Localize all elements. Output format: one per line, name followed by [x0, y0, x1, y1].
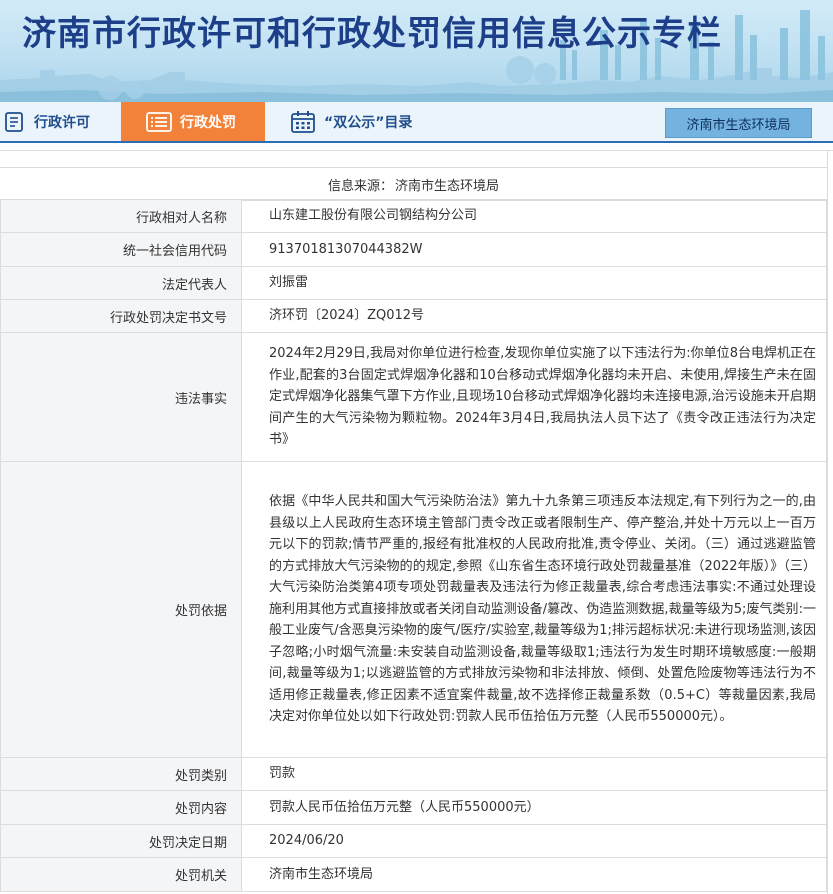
divider — [0, 150, 833, 151]
penalty-detail-table: 行政相对人名称 山东建工股份有限公司钢结构分公司 统一社会信用代码 913701… — [0, 199, 827, 892]
row-label: 处罚机关 — [0, 857, 242, 892]
row-value: 济环罚〔2024〕ZQ012号 — [241, 299, 827, 333]
table-row: 违法事实 2024年2月29日,我局对你单位进行检查,发现你单位实施了以下违法行… — [0, 332, 827, 462]
table-row: 处罚决定日期 2024/06/20 — [0, 824, 827, 858]
row-value: 济南市生态环境局 — [241, 857, 827, 892]
row-value: 刘振雷 — [241, 266, 827, 300]
document-list-icon — [5, 111, 23, 132]
row-label: 违法事实 — [0, 332, 242, 462]
tab-label: 行政许可 — [34, 114, 90, 131]
row-value: 91370181307044382W — [241, 232, 827, 267]
page-title: 济南市行政许可和行政处罚信用信息公示专栏 — [22, 14, 722, 54]
row-label: 统一社会信用代码 — [0, 232, 242, 267]
row-label: 处罚决定日期 — [0, 824, 242, 858]
table-row: 统一社会信用代码 91370181307044382W — [0, 232, 827, 267]
table-row: 处罚类别 罚款 — [0, 757, 827, 791]
tab-double-disclosure-catalog[interactable]: “双公示”目录 — [290, 102, 460, 141]
tab-administrative-license[interactable]: 行政许可 — [0, 102, 120, 141]
info-source-value: 济南市生态环境局 — [395, 178, 500, 194]
row-value: 依据《中华人民共和国大气污染防治法》第九十九条第三项违反本法规定,有下列行为之一… — [241, 461, 827, 758]
tab-label: 行政处罚 — [180, 114, 236, 131]
table-row: 行政相对人名称 山东建工股份有限公司钢结构分公司 — [0, 199, 827, 233]
table-row: 行政处罚决定书文号 济环罚〔2024〕ZQ012号 — [0, 299, 827, 333]
info-source: 信息来源： 济南市生态环境局 — [0, 167, 827, 201]
row-value: 2024年2月29日,我局对你单位进行检查,发现你单位实施了以下违法行为:你单位… — [241, 332, 827, 462]
calendar-icon — [291, 110, 315, 133]
row-value: 山东建工股份有限公司钢结构分公司 — [241, 199, 827, 233]
row-value: 罚款 — [241, 757, 827, 791]
table-row: 处罚依据 依据《中华人民共和国大气污染防治法》第九十九条第三项违反本法规定,有下… — [0, 461, 827, 758]
main-nav: 行政许可 行政处罚 “双公示”目录 济南市生态环境局 — [0, 102, 833, 143]
tab-label: “双公示”目录 — [324, 114, 413, 131]
divider — [827, 150, 828, 894]
row-label: 行政处罚决定书文号 — [0, 299, 242, 333]
table-row: 处罚机关 济南市生态环境局 — [0, 857, 827, 892]
row-value: 2024/06/20 — [241, 824, 827, 858]
table-row: 处罚内容 罚款人民币伍拾伍万元整（人民币550000元） — [0, 790, 827, 825]
row-label: 处罚依据 — [0, 461, 242, 758]
list-icon — [146, 111, 172, 132]
row-label: 处罚类别 — [0, 757, 242, 791]
department-button[interactable]: 济南市生态环境局 — [665, 108, 812, 138]
row-label: 行政相对人名称 — [0, 199, 242, 233]
row-label: 处罚内容 — [0, 790, 242, 825]
tab-administrative-penalty[interactable]: 行政处罚 — [121, 102, 265, 141]
row-value: 罚款人民币伍拾伍万元整（人民币550000元） — [241, 790, 827, 825]
info-source-label: 信息来源： — [327, 178, 393, 194]
table-row: 法定代表人 刘振雷 — [0, 266, 827, 300]
header-banner: 济南市行政许可和行政处罚信用信息公示专栏 — [0, 0, 833, 102]
row-label: 法定代表人 — [0, 266, 242, 300]
